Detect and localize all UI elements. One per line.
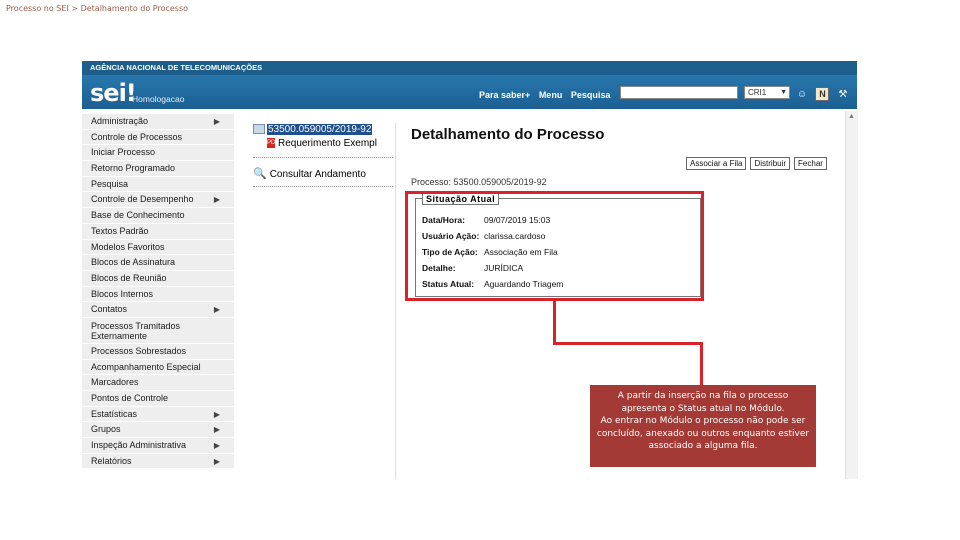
chevron-right-icon: ▶ [213,441,220,451]
header-nav: Para saber+ Menu Pesquisa [479,90,616,100]
sidebar-item[interactable]: Inspeção Administrativa ▶ [82,438,234,454]
chevron-right-icon: ▶ [213,195,220,205]
tree-divider [253,186,393,187]
chevron-right-icon: ▶ [213,456,220,466]
sidebar-item[interactable]: Relatórios ▶ [82,453,234,470]
sidebar-item[interactable]: Iniciar Processo [82,145,234,162]
sidebar-item-label: Processos Tramitados Externamente [91,320,181,341]
process-line: Processo: 53500.059005/2019-92 [411,177,547,187]
sidebar-item-label: Blocos de Reunião [91,272,167,283]
sidebar-item[interactable]: Pontos de Controle [82,391,234,407]
slide-title: Processo no SEI > Detalhamento do Proces… [6,4,189,13]
unit-select-value: CRI1 [748,88,767,97]
sidebar-item-label: Controle de Desempenho [91,194,194,205]
sidebar-item-label: Blocos de Assinatura [91,257,176,268]
distribute-button[interactable]: Distribuir [750,157,791,170]
sidebar-item-label: Contatos [91,304,128,315]
highlight-box [405,191,704,301]
sidebar-item-label: Inspeção Administrativa [91,440,187,451]
sidebar-item[interactable]: Estatísticas ▶ [82,406,234,423]
connector-line [553,301,556,344]
search-input[interactable] [620,86,738,99]
folder-icon [253,124,265,135]
scroll-up-icon[interactable]: ▲ [848,113,855,120]
sidebar-item[interactable]: Blocos de Reunião [82,270,234,287]
sidebar-item-label: Marcadores [91,377,139,388]
process-label: Processo: [411,177,452,187]
sidebar-item-label: Estatísticas [91,408,138,419]
sidebar-item[interactable]: Pesquisa [82,176,234,193]
sidebar-item-label: Blocos Internos [91,288,154,299]
sidebar-menu: Administração ▶ Controle de Processos Inici… [82,114,234,479]
sidebar-item[interactable]: Controle de Processos [82,129,234,146]
close-button[interactable]: Fechar [794,157,827,170]
sidebar-item[interactable]: Textos Padrão [82,223,234,240]
unit-select[interactable]: CRI1 ▼ [744,86,790,99]
sidebar-item[interactable]: Marcadores [82,375,234,391]
tree-process-row[interactable]: 53500.059005/2019-92 [253,123,395,137]
tree-divider [253,157,393,158]
sidebar-item-label: Pesquisa [91,178,129,189]
process-value: 53500.059005/2019-92 [453,177,547,187]
pesquisa-link[interactable]: Pesquisa [571,90,611,100]
menu-link[interactable]: Menu [539,90,563,100]
sidebar-item-label: Controle de Processos [91,131,183,142]
action-buttons: Associar a Fila Distribuir Fechar [686,153,831,171]
sidebar-item[interactable]: Blocos Internos [82,286,234,303]
associate-queue-button[interactable]: Associar a Fila [686,157,747,170]
dropdown-arrow-icon: ▼ [780,89,787,96]
org-name-bar: AGÊNCIA NACIONAL DE TELECOMUNICAÇÕES [82,61,857,75]
sidebar-item-label: Retorno Programado [91,163,176,174]
search-icon: 🔍 [253,168,267,180]
vertical-scrollbar[interactable]: ▲ [845,111,858,479]
sidebar-item-label: Relatórios [91,455,132,466]
para-saber-link[interactable]: Para saber+ [479,90,530,100]
callout-line-1: A partir da inserção na fila o processo … [617,391,789,414]
process-number-link[interactable]: 53500.059005/2019-92 [267,124,373,135]
document-link[interactable]: Requerimento Exempl [278,138,377,149]
chevron-right-icon: ▶ [213,305,220,315]
exit-icon[interactable]: ➲ [795,106,809,120]
tree-consult-row[interactable]: 🔍 Consultar Andamento [253,167,395,181]
callout-line-2: Ao entrar no Módulo o processo não pode … [596,416,810,452]
sidebar-item-label: Textos Padrão [91,225,149,236]
tools-icon[interactable]: ⚒ [836,88,850,102]
pdf-icon: PDF [267,138,279,149]
sidebar-item-label: Processos Sobrestados [91,345,187,356]
sidebar-item[interactable]: Base de Conhecimento [82,208,234,224]
sidebar-item-label: Grupos [91,424,121,435]
environment-label: Homologacao [132,94,185,104]
tree-document-row[interactable]: PDFRequerimento Exempl [253,137,395,151]
sidebar-item[interactable]: Acompanhamento Especial [82,359,234,376]
sidebar-item[interactable]: Administração ▶ [82,114,234,130]
connector-line [700,342,703,385]
sidebar-item-label: Acompanhamento Especial [91,361,201,372]
chevron-right-icon: ▶ [213,425,220,435]
sidebar-item-label: Modelos Favoritos [91,241,165,252]
sidebar-item[interactable]: Modelos Favoritos [82,239,234,256]
sidebar-item-label: Administração [91,116,149,126]
sidebar-item[interactable]: Processos Sobrestados [82,343,234,360]
sidebar-item-label: Pontos de Controle [91,393,169,403]
user-icon[interactable]: ☺ [795,88,809,102]
sidebar-item[interactable]: Contatos ▶ [82,302,234,318]
sei-logo[interactable]: sei! [90,79,137,107]
consult-history-link[interactable]: Consultar Andamento [270,169,366,180]
sidebar-item[interactable]: Blocos de Assinatura [82,255,234,271]
sidebar-item-label: Base de Conhecimento [91,210,185,221]
process-tree: 53500.059005/2019-92 PDFRequerimento Exe… [253,123,396,479]
callout-note: A partir da inserção na fila o processo … [590,385,816,467]
sidebar-item-label: Iniciar Processo [91,147,156,158]
app-header: sei! Homologacao Para saber+ Menu Pesqui… [82,75,857,118]
notes-icon[interactable]: N [815,87,830,101]
sidebar-item[interactable]: Processos Tramitados Externamente [82,317,234,344]
page-title: Detalhamento do Processo [411,126,605,143]
sidebar-item[interactable]: Grupos ▶ [82,422,234,439]
connector-line [553,342,703,345]
sidebar-item[interactable]: Retorno Programado [82,161,234,177]
chevron-right-icon: ▶ [213,117,220,126]
sidebar-item[interactable]: Controle de Desempenho ▶ [82,192,234,209]
chevron-right-icon: ▶ [213,409,220,419]
